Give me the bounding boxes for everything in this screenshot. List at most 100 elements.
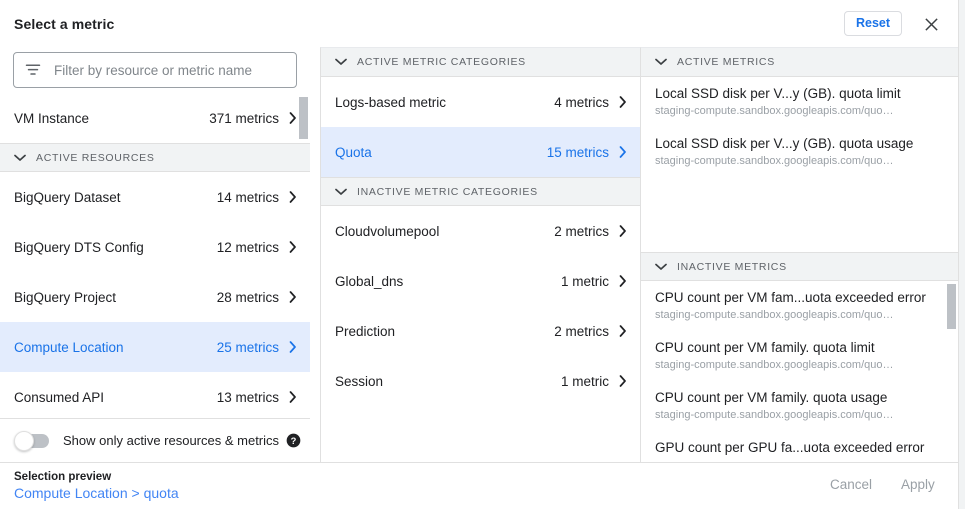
inactive-categories-list: Cloudvolumepool 2 metrics Global_dns 1 m… (321, 206, 640, 406)
metrics-scrollbar-thumb[interactable] (947, 284, 956, 329)
select-metric-dialog: Select a metric Reset VM Instance (0, 0, 958, 509)
chevron-right-icon (288, 390, 298, 404)
resource-count: 371 metrics (209, 111, 279, 126)
section-active-metric-categories[interactable]: ACTIVE METRIC CATEGORIES (321, 48, 640, 77)
metric-subtitle: staging-compute.sandbox.googleapis.com/q… (655, 358, 944, 373)
category-count: 1 metric (561, 374, 609, 389)
list-item[interactable]: Cloudvolumepool 2 metrics (321, 206, 640, 256)
toggle-label: Show only active resources & metrics (63, 433, 279, 448)
list-item[interactable]: Prediction 2 metrics (321, 306, 640, 356)
section-inactive-metrics[interactable]: INACTIVE METRICS (641, 252, 958, 281)
chevron-down-icon (333, 54, 349, 70)
chevron-right-icon (618, 324, 628, 338)
resource-count: 12 metrics (217, 240, 279, 255)
resource-count: 13 metrics (217, 390, 279, 405)
help-icon[interactable]: ? (286, 433, 301, 448)
list-item-selected[interactable]: Quota 15 metrics (321, 127, 640, 177)
resources-column: VM Instance 371 metrics ACTIVE RESOURCES… (0, 47, 310, 462)
category-label: Quota (335, 145, 547, 160)
resource-label: BigQuery DTS Config (14, 240, 217, 255)
metric-title: CPU count per VM family. quota limit (655, 339, 944, 357)
list-item[interactable]: Logs-based metric 4 metrics (321, 77, 640, 127)
chevron-down-icon (12, 150, 28, 166)
metric-title: GPU count per GPU fa...uota exceeded err… (655, 439, 944, 457)
section-label: INACTIVE METRICS (677, 261, 787, 273)
close-icon (924, 17, 939, 32)
resources-scrollbar[interactable] (299, 93, 308, 441)
resource-label: Consumed API (14, 390, 217, 405)
show-active-only-toggle[interactable] (15, 434, 49, 448)
cancel-button[interactable]: Cancel (830, 477, 872, 492)
section-label: ACTIVE RESOURCES (36, 152, 155, 164)
svg-text:?: ? (291, 436, 297, 446)
active-metrics-list: Local SSD disk per V...y (GB). quota lim… (641, 77, 958, 252)
chevron-down-icon (653, 259, 669, 275)
chevron-right-icon (618, 95, 628, 109)
selection-preview-value[interactable]: Compute Location > quota (14, 485, 179, 501)
chevron-right-icon (288, 111, 298, 125)
list-item[interactable]: BigQuery Project 28 metrics (0, 272, 310, 322)
chevron-down-icon (653, 54, 669, 70)
section-label: ACTIVE METRIC CATEGORIES (357, 56, 526, 68)
dialog-columns: VM Instance 371 metrics ACTIVE RESOURCES… (0, 47, 958, 462)
list-item[interactable]: Consumed API 13 metrics (0, 372, 310, 422)
chevron-right-icon (288, 290, 298, 304)
chevron-right-icon (288, 240, 298, 254)
filter-container (0, 47, 310, 93)
search-input[interactable] (52, 62, 286, 79)
resources-scroll-area: VM Instance 371 metrics ACTIVE RESOURCES… (0, 93, 310, 441)
category-count: 4 metrics (554, 95, 609, 110)
resources-scrollbar-thumb[interactable] (299, 97, 308, 139)
category-count: 1 metric (561, 274, 609, 289)
active-categories-list: Logs-based metric 4 metrics Quota 15 met… (321, 77, 640, 177)
section-active-resources[interactable]: ACTIVE RESOURCES (0, 143, 310, 172)
list-item[interactable]: Session 1 metric (321, 356, 640, 406)
metric-title: CPU count per VM family. quota usage (655, 389, 944, 407)
list-item[interactable]: CPU count per VM family. quota usage sta… (641, 381, 958, 431)
filter-box[interactable] (13, 52, 297, 88)
list-item[interactable]: GPU count per GPU fa...uota exceeded err… (641, 431, 958, 461)
list-item[interactable]: BigQuery Dataset 14 metrics (0, 172, 310, 222)
resource-list: BigQuery Dataset 14 metrics BigQuery DTS… (0, 172, 310, 422)
list-item[interactable]: BigQuery DTS Config 12 metrics (0, 222, 310, 272)
metric-subtitle: staging-compute.sandbox.googleapis.com/q… (655, 154, 944, 169)
category-count: 2 metrics (554, 224, 609, 239)
metric-categories-column: ACTIVE METRIC CATEGORIES Logs-based metr… (320, 47, 641, 462)
section-active-metrics[interactable]: ACTIVE METRICS (641, 48, 958, 77)
category-label: Logs-based metric (335, 95, 554, 110)
section-label: ACTIVE METRICS (677, 56, 775, 68)
section-inactive-metric-categories[interactable]: INACTIVE METRIC CATEGORIES (321, 177, 640, 206)
selection-preview-label: Selection preview (14, 471, 111, 483)
metric-subtitle: staging-compute.sandbox.googleapis.com/q… (655, 104, 944, 119)
metric-subtitle: staging-compute.sandbox.googleapis.com/q… (655, 308, 944, 323)
chevron-right-icon (618, 374, 628, 388)
category-count: 15 metrics (547, 145, 609, 160)
list-item[interactable]: CPU count per VM fam...uota exceeded err… (641, 281, 958, 331)
resource-label: BigQuery Project (14, 290, 217, 305)
page-title: Select a metric (14, 16, 114, 32)
active-only-toggle-bar: Show only active resources & metrics ? (0, 418, 310, 462)
list-item[interactable]: CPU count per VM family. quota limit sta… (641, 331, 958, 381)
section-label: INACTIVE METRIC CATEGORIES (357, 186, 538, 198)
inactive-metrics-list: CPU count per VM fam...uota exceeded err… (641, 281, 958, 461)
resource-count: 28 metrics (217, 290, 279, 305)
list-item-selected[interactable]: Compute Location 25 metrics (0, 322, 310, 372)
category-label: Session (335, 374, 561, 389)
resource-row-vm-instance[interactable]: VM Instance 371 metrics (0, 93, 310, 143)
reset-button[interactable]: Reset (844, 11, 902, 36)
category-label: Prediction (335, 324, 554, 339)
list-item[interactable]: Local SSD disk per V...y (GB). quota usa… (641, 127, 958, 177)
list-item[interactable]: Global_dns 1 metric (321, 256, 640, 306)
resource-label: BigQuery Dataset (14, 190, 217, 205)
metrics-column: ACTIVE METRICS Local SSD disk per V...y … (641, 47, 958, 462)
list-item[interactable]: Local SSD disk per V...y (GB). quota lim… (641, 77, 958, 127)
resource-count: 25 metrics (217, 340, 279, 355)
apply-button[interactable]: Apply (901, 477, 935, 492)
metric-title: Local SSD disk per V...y (GB). quota lim… (655, 85, 944, 103)
category-label: Cloudvolumepool (335, 224, 554, 239)
resource-label: Compute Location (14, 340, 217, 355)
metrics-scrollbar[interactable] (947, 281, 956, 461)
chevron-right-icon (618, 274, 628, 288)
close-button[interactable] (919, 12, 943, 36)
background-page-sliver (958, 0, 965, 509)
